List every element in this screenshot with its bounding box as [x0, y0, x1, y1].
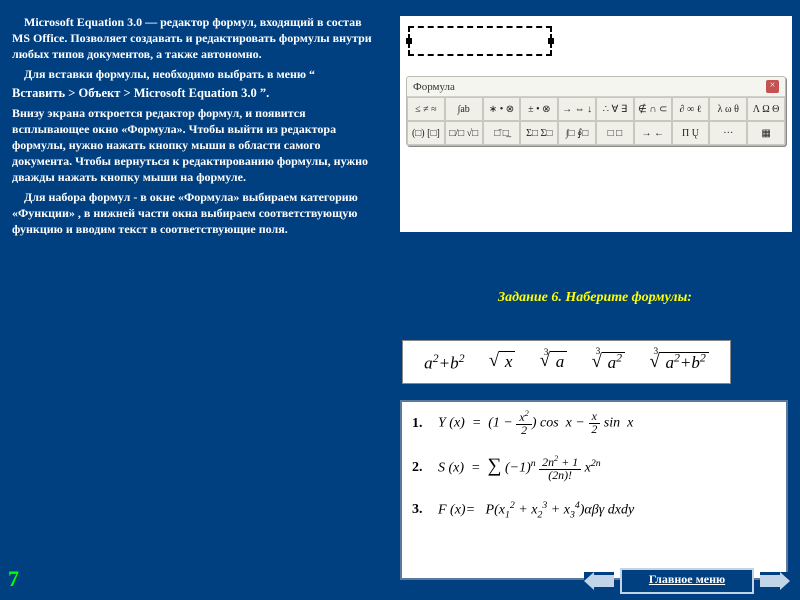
toolbar-button-13: Σ□ Σ□	[520, 121, 558, 145]
toolbar-button-19: ▦	[747, 121, 785, 145]
equation-editor-screenshot: Формула × ≤ ≠ ≈∫ab∗ • ⊗± • ⊗→ ⇔ ↓∴ ∀ ∃∉ …	[400, 16, 792, 232]
toolbar-button-17: Π Ų	[672, 121, 710, 145]
close-icon: ×	[766, 80, 779, 93]
main-menu-button[interactable]: Главное меню	[620, 568, 754, 594]
toolbar-button-9: Λ Ω Θ	[747, 97, 785, 121]
page-number: 7	[8, 566, 19, 592]
intro-p4: Для набора формул - в окне «Формула» выб…	[12, 189, 382, 238]
toolbar-button-5: ∴ ∀ ∃	[596, 97, 634, 121]
toolbar-button-3: ± • ⊗	[520, 97, 558, 121]
toolbar-button-0: ≤ ≠ ≈	[407, 97, 445, 121]
menu-path: Вставить > Объект > Microsoft Equation 3…	[12, 85, 382, 102]
prev-arrow-icon[interactable]	[584, 572, 614, 590]
task-heading: Задание 6. Наберите формулы:	[400, 290, 790, 306]
toolbar-button-18: ···	[709, 121, 747, 145]
formula-toolbar: Формула × ≤ ≠ ≈∫ab∗ • ⊗± • ⊗→ ⇔ ↓∴ ∀ ∃∉ …	[406, 76, 786, 146]
toolbar-button-1: ∫ab	[445, 97, 483, 121]
formula-samples-row: a2+b2 √x 3√a 3√a2 3√a2+b2	[402, 340, 731, 384]
toolbar-button-12: □̄ □̲	[483, 121, 521, 145]
intro-p2: Для вставки формулы, необходимо выбрать …	[12, 66, 382, 82]
instruction-text: Microsoft Equation 3.0 — редактор формул…	[12, 14, 382, 240]
navigation-bar: Главное меню	[584, 568, 790, 594]
toolbar-button-4: → ⇔ ↓	[558, 97, 596, 121]
toolbar-button-10: (□) [□]	[407, 121, 445, 145]
intro-p3: Внизу экрана откроется редактор формул, …	[12, 105, 382, 186]
intro-p1: Microsoft Equation 3.0 — редактор формул…	[12, 14, 382, 63]
formula-tasks-block: 1. Y (x) = (1 − x22) cos x − x2 sin x 2.…	[400, 400, 788, 580]
toolbar-button-7: ∂ ∞ ℓ	[672, 97, 710, 121]
toolbar-button-11: □/□ √□	[445, 121, 483, 145]
toolbar-button-2: ∗ • ⊗	[483, 97, 521, 121]
toolbar-button-14: ∫□ ∮□	[558, 121, 596, 145]
toolbar-button-8: λ ω θ	[709, 97, 747, 121]
toolbar-button-15: □ □	[596, 121, 634, 145]
next-arrow-icon[interactable]	[760, 572, 790, 590]
toolbar-button-6: ∉ ∩ ⊂	[634, 97, 672, 121]
toolbar-button-16: → ←	[634, 121, 672, 145]
equation-edit-field	[408, 26, 552, 56]
toolbar-title: Формула	[413, 81, 455, 93]
